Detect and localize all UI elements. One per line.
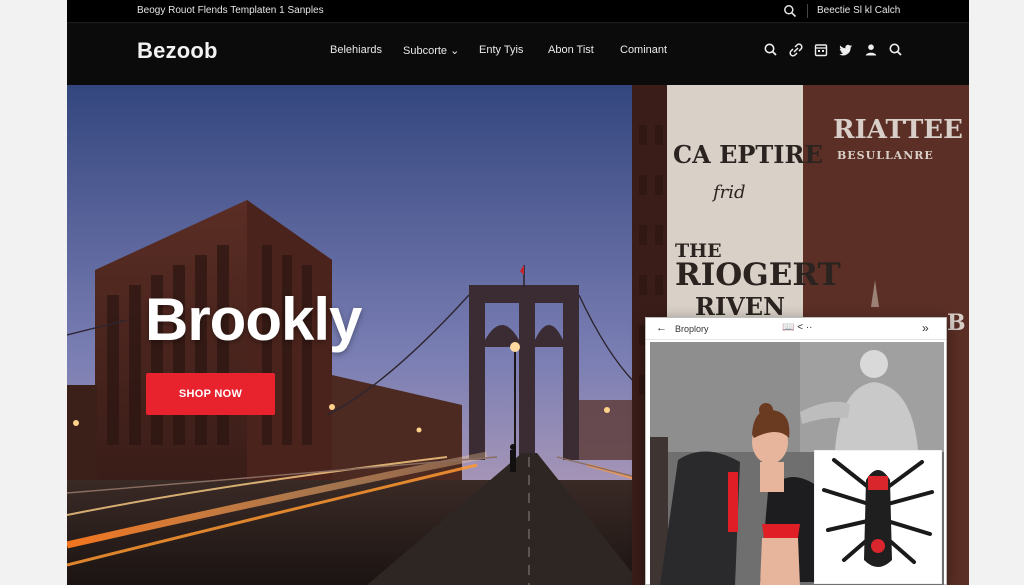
account-link[interactable]: Beectie Sl kl Calch	[817, 5, 900, 16]
site-logo[interactable]: Bezoob	[137, 38, 218, 64]
sign-line-3: B	[947, 310, 966, 336]
nav-item-2[interactable]: Subcorte ⌄	[403, 44, 459, 57]
utility-bar: Beogy Rouot Flends Templaten 1 Sanples B…	[67, 0, 969, 23]
link-icon[interactable]	[788, 42, 804, 58]
billboard-line-2: frid	[713, 182, 746, 203]
back-arrow-icon[interactable]: ←	[656, 322, 667, 334]
browser-page: Beogy Rouot Flends Templaten 1 Sanples B…	[67, 0, 969, 585]
nav-icons	[763, 42, 904, 58]
hero-banner: CA EPTIRE frid THE RIOGERT RIVEN RIATTEE…	[67, 85, 969, 585]
billboard-line-1: CA EPTIRE	[673, 140, 823, 169]
billboard-line-4: RIOGERT	[675, 257, 841, 293]
sign-line-1: RIATTEE	[833, 115, 963, 145]
search-icon[interactable]	[763, 42, 779, 58]
nav-item-1[interactable]: Belehiards	[330, 44, 382, 56]
divider	[807, 4, 808, 18]
hero-title: Brookly	[145, 286, 362, 353]
nav-item-3[interactable]: Enty Tyis	[479, 44, 523, 56]
popup-toolbar: ← Broplory 📖 < ·· »	[646, 318, 946, 340]
nav-item-5[interactable]: Cominant	[620, 44, 667, 56]
promo-text[interactable]: Beogy Rouot Flends Templaten 1 Sanples	[137, 5, 324, 16]
product-thumbnail[interactable]	[814, 450, 942, 584]
product-preview-popup[interactable]: ← Broplory 📖 < ·· »	[645, 317, 947, 585]
shop-now-button[interactable]: SHOP NOW	[146, 373, 275, 415]
twitter-icon[interactable]	[838, 42, 854, 58]
calendar-icon[interactable]	[813, 42, 829, 58]
sign-line-2: BESULLANRE	[837, 149, 934, 162]
nav-item-4[interactable]: Abon Tist	[548, 44, 594, 56]
popup-title: Broplory	[675, 324, 709, 334]
user-icon[interactable]	[863, 42, 879, 58]
search-icon[interactable]	[888, 42, 904, 58]
expand-icon[interactable]: »	[922, 321, 929, 335]
main-navigation: Bezoob Belehiards Subcorte ⌄ Enty Tyis A…	[67, 24, 969, 85]
popup-controls[interactable]: 📖 < ··	[782, 322, 813, 333]
search-icon[interactable]	[783, 4, 797, 18]
